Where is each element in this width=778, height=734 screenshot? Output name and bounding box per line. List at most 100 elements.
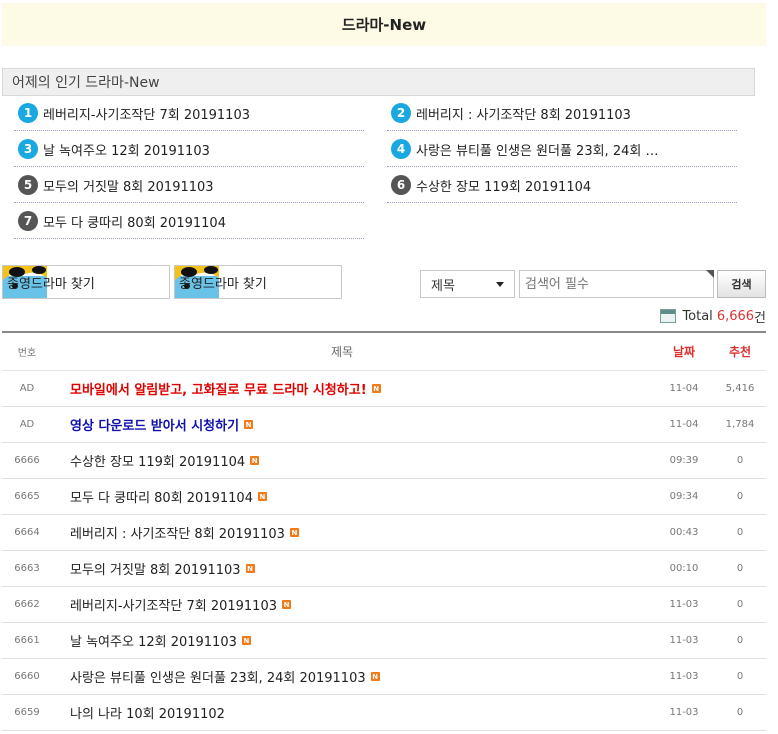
table-row[interactable]: AD 모바일에서 알림받고, 고화질로 무료 드라마 시청하고! N 11-04 … (2, 371, 766, 407)
table-row[interactable]: 6663 모두의 거짓말 8회 20191103 N 00:10 0 (2, 551, 766, 587)
ended-drama-finder-button-2[interactable]: 종영드라마 찾기 (174, 265, 342, 299)
column-header-recommend[interactable]: 추천 (720, 343, 760, 360)
rank-badge: 1 (18, 103, 38, 123)
row-title-link[interactable]: 영상 다운로드 받아서 시청하기 (70, 415, 239, 434)
popular-item-5[interactable]: 5 모두의 거짓말 8회 20191103 (14, 168, 364, 203)
popular-item-3[interactable]: 3 날 녹여주오 12회 20191103 (14, 132, 364, 167)
row-title-link[interactable]: 사랑은 뷰티풀 인생은 원더풀 23회, 24회 20191103 (70, 667, 366, 686)
row-title-link[interactable]: 나의 나라 10회 20191102 (70, 703, 225, 722)
column-header-title: 제목 (330, 345, 354, 359)
row-number: AD (19, 383, 35, 394)
calendar-icon (660, 309, 677, 323)
search-field-value: 제목 (431, 278, 455, 294)
row-date: 11-04 (669, 383, 699, 394)
row-number: 6664 (14, 527, 40, 538)
table-row[interactable]: 6666 수상한 장모 119회 20191104 N 09:39 0 (2, 443, 766, 479)
row-recommend: 0 (736, 563, 744, 574)
corner-triangle-icon (706, 270, 714, 278)
row-recommend: 5,416 (725, 383, 755, 394)
rank-badge: 3 (18, 139, 38, 159)
row-title-cell: 영상 다운로드 받아서 시청하기 N (52, 415, 648, 434)
table-row[interactable]: 6664 레버리지 : 사기조작단 8회 20191103 N 00:43 0 (2, 515, 766, 551)
row-recommend: 0 (736, 527, 744, 538)
row-title-cell: 모바일에서 알림받고, 고화질로 무료 드라마 시청하고! N (52, 379, 648, 398)
popular-dramas-box: 어제의 인기 드라마-New 1 레버리지-사기조작단 7회 20191103 … (2, 68, 755, 276)
new-badge-icon: N (245, 564, 255, 573)
page-title: 드라마-New (341, 16, 427, 34)
row-date: 00:43 (669, 527, 699, 538)
popular-item-title[interactable]: 수상한 장모 119회 20191104 (416, 176, 591, 195)
row-title-link[interactable]: 레버리지 : 사기조작단 8회 20191103 (70, 523, 285, 542)
row-date: 09:39 (669, 455, 699, 466)
table-row[interactable]: 6662 레버리지-사기조작단 7회 20191103 N 11-03 0 (2, 587, 766, 623)
ended-drama-finder-button-1[interactable]: 종영드라마 찾기 (2, 265, 170, 299)
new-badge-icon: N (289, 528, 299, 537)
popular-item-2[interactable]: 2 레버리지 : 사기조작단 8회 20191103 (387, 96, 737, 131)
popular-item-title[interactable]: 레버리지 : 사기조작단 8회 20191103 (416, 104, 631, 123)
row-date: 11-03 (669, 707, 699, 718)
popular-item-title[interactable]: 레버리지-사기조작단 7회 20191103 (43, 104, 250, 123)
row-recommend: 1,784 (725, 419, 755, 430)
popular-item-6[interactable]: 6 수상한 장모 119회 20191104 (387, 168, 737, 203)
popular-item-4[interactable]: 4 사랑은 뷰티풀 인생은 원더풀 23회, 24회 … (387, 132, 737, 167)
search-button[interactable]: 검색 (717, 270, 766, 298)
row-title-link[interactable]: 레버리지-사기조작단 7회 20191103 (70, 595, 277, 614)
row-title-cell: 레버리지 : 사기조작단 8회 20191103 N (52, 523, 648, 542)
row-title-cell: 사랑은 뷰티풀 인생은 원더풀 23회, 24회 20191103 N (52, 667, 648, 686)
row-recommend: 0 (736, 707, 744, 718)
popular-item-1[interactable]: 1 레버리지-사기조작단 7회 20191103 (14, 96, 364, 131)
row-number: 6666 (14, 455, 40, 466)
row-title-link[interactable]: 모두 다 쿵따리 80회 20191104 (70, 487, 253, 506)
new-badge-icon: N (250, 456, 260, 465)
popular-item-title[interactable]: 모두 다 쿵따리 80회 20191104 (43, 212, 226, 231)
post-board: 번호 제목 날짜 추천 AD 모바일에서 알림받고, 고화질로 무료 드라마 시… (2, 331, 766, 731)
table-row[interactable]: 6665 모두 다 쿵따리 80회 20191104 N 09:34 0 (2, 479, 766, 515)
page-header: 드라마-New (2, 3, 766, 46)
board-header-row: 번호 제목 날짜 추천 (2, 333, 766, 371)
search-field-select[interactable]: 제목 (420, 270, 515, 298)
row-date: 11-04 (669, 419, 699, 430)
search-input[interactable] (519, 270, 714, 298)
new-badge-icon: N (370, 672, 380, 681)
rank-badge: 6 (391, 175, 411, 195)
row-title-link[interactable]: 모바일에서 알림받고, 고화질로 무료 드라마 시청하고! (70, 379, 367, 398)
popular-item-title[interactable]: 날 녹여주오 12회 20191103 (43, 140, 210, 159)
rank-badge: 5 (18, 175, 38, 195)
row-title-cell: 날 녹여주오 12회 20191103 N (52, 631, 648, 650)
popular-item-7[interactable]: 7 모두 다 쿵따리 80회 20191104 (14, 204, 364, 239)
finder-label: 종영드라마 찾기 (179, 276, 267, 292)
row-title-link[interactable]: 수상한 장모 119회 20191104 (70, 451, 245, 470)
row-date: 11-03 (669, 599, 699, 610)
row-title-cell: 나의 나라 10회 20191102 (52, 703, 648, 722)
row-title-cell: 레버리지-사기조작단 7회 20191103 N (52, 595, 648, 614)
rank-badge: 7 (18, 211, 38, 231)
row-number: AD (19, 419, 35, 430)
row-title-link[interactable]: 모두의 거짓말 8회 20191103 (70, 559, 241, 578)
total-count: 6,666 (716, 308, 755, 324)
row-recommend: 0 (736, 599, 744, 610)
new-badge-icon: N (371, 384, 381, 393)
row-number: 6662 (14, 599, 40, 610)
total-count-display: Total 6,666 건 (660, 305, 766, 327)
row-title-cell: 모두 다 쿵따리 80회 20191104 N (52, 487, 648, 506)
table-row[interactable]: 6659 나의 나라 10회 20191102 11-03 0 (2, 695, 766, 731)
row-date: 11-03 (669, 635, 699, 646)
table-row[interactable]: 6660 사랑은 뷰티풀 인생은 원더풀 23회, 24회 20191103 N … (2, 659, 766, 695)
table-row[interactable]: 6661 날 녹여주오 12회 20191103 N 11-03 0 (2, 623, 766, 659)
new-badge-icon: N (282, 600, 291, 609)
row-title-cell: 수상한 장모 119회 20191104 N (52, 451, 648, 470)
popular-item-title[interactable]: 사랑은 뷰티풀 인생은 원더풀 23회, 24회 … (416, 140, 658, 159)
row-number: 6663 (14, 563, 40, 574)
row-number: 6660 (14, 671, 40, 682)
popular-item-title[interactable]: 모두의 거짓말 8회 20191103 (43, 176, 214, 195)
column-header-date[interactable]: 날짜 (648, 343, 720, 360)
popular-dramas-title: 어제의 인기 드라마-New (2, 68, 755, 96)
row-number: 6661 (14, 635, 40, 646)
row-title-link[interactable]: 날 녹여주오 12회 20191103 (70, 631, 237, 650)
row-date: 11-03 (669, 671, 699, 682)
row-recommend: 0 (736, 671, 744, 682)
table-row[interactable]: AD 영상 다운로드 받아서 시청하기 N 11-04 1,784 (2, 407, 766, 443)
new-badge-icon: N (241, 636, 251, 645)
row-title-cell: 모두의 거짓말 8회 20191103 N (52, 559, 648, 578)
rank-badge: 4 (391, 139, 411, 159)
